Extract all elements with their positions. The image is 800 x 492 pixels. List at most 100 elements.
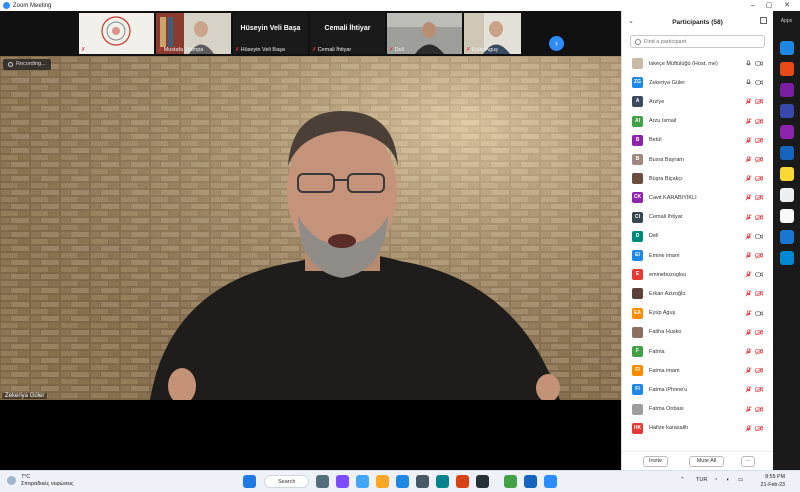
app-taskbar-icon[interactable] bbox=[436, 475, 449, 488]
app-icon-8[interactable] bbox=[780, 188, 794, 202]
taskbar-search[interactable]: Search bbox=[264, 475, 309, 488]
weather-widget[interactable]: 7°C Σποραδικές νεφώσεις bbox=[7, 474, 74, 488]
mic-muted-icon[interactable] bbox=[745, 271, 752, 278]
next-page-arrow-icon[interactable]: › bbox=[549, 36, 564, 51]
participant-row[interactable]: EI Emine imam bbox=[622, 246, 774, 265]
app-taskbar-icon[interactable] bbox=[476, 475, 489, 488]
mic-muted-icon[interactable] bbox=[745, 233, 752, 240]
mic-muted-icon[interactable] bbox=[745, 252, 752, 259]
participant-search[interactable] bbox=[630, 35, 765, 48]
close-icon[interactable]: ✕ bbox=[780, 0, 794, 11]
camera-icon[interactable] bbox=[755, 60, 763, 67]
app-taskbar-icon[interactable] bbox=[456, 475, 469, 488]
mic-muted-icon[interactable] bbox=[745, 405, 752, 413]
more-options-button[interactable]: ··· bbox=[741, 456, 755, 467]
participant-row[interactable]: A Arziye bbox=[622, 92, 774, 111]
chrome-icon[interactable] bbox=[504, 475, 517, 488]
thumb-iskece-muftulugu[interactable]: ✗İskeçe Müftülüğü bbox=[79, 13, 154, 54]
participant-row[interactable]: Eeminebozoglou bbox=[622, 265, 774, 284]
thumb-mustafa-trampa[interactable]: ✗Mustafa Trampa bbox=[156, 13, 231, 54]
mic-muted-icon[interactable] bbox=[745, 386, 752, 393]
participant-row[interactable]: CI Cemali İhtiyar bbox=[622, 208, 774, 227]
camera-icon[interactable] bbox=[755, 271, 763, 278]
participant-row[interactable]: D Deli bbox=[622, 227, 774, 246]
mic-muted-icon[interactable] bbox=[745, 117, 752, 125]
mic-muted-icon[interactable] bbox=[745, 156, 752, 163]
file-explorer-icon[interactable] bbox=[376, 475, 389, 488]
maximize-icon[interactable]: ▢ bbox=[762, 0, 776, 11]
mic-muted-icon[interactable] bbox=[745, 98, 752, 105]
participant-row[interactable]: İskeçe Müftülüğü (Host, me) bbox=[622, 54, 774, 73]
camera-off-icon[interactable] bbox=[755, 290, 763, 297]
taskbar-clock[interactable]: 8:55 PM 21-Feb-23 bbox=[753, 474, 785, 489]
camera-icon[interactable] bbox=[755, 233, 763, 240]
camera-off-icon[interactable] bbox=[755, 329, 763, 336]
app-icon-7[interactable] bbox=[780, 167, 794, 181]
zoom-taskbar-icon[interactable] bbox=[544, 475, 557, 488]
app-icon-2[interactable] bbox=[780, 62, 794, 76]
task-view-icon[interactable] bbox=[316, 475, 329, 488]
popout-icon[interactable] bbox=[760, 17, 767, 24]
participant-row[interactable]: HK Hafize karasalih bbox=[622, 419, 774, 438]
wifi-icon[interactable]: ◔ bbox=[714, 477, 717, 483]
app-icon-6[interactable] bbox=[780, 146, 794, 160]
app-icon-4[interactable] bbox=[780, 104, 794, 118]
minimize-icon[interactable]: – bbox=[746, 0, 760, 11]
mic-muted-icon[interactable] bbox=[745, 367, 752, 374]
participant-row[interactable]: Erkan Azizoğlu bbox=[622, 284, 774, 303]
mic-icon[interactable] bbox=[745, 60, 752, 67]
camera-off-icon[interactable] bbox=[755, 367, 763, 374]
app-icon-9[interactable] bbox=[780, 209, 794, 223]
participant-row[interactable]: Fatiha Husko bbox=[622, 323, 774, 342]
participant-row[interactable]: Fatma Onbasi bbox=[622, 400, 774, 419]
thumb-cemali-ihtiyar[interactable]: Cemali İhtiyar ✗Cemali İhtiyar bbox=[310, 13, 385, 54]
chat-icon[interactable] bbox=[336, 475, 349, 488]
thumb-eyup-agus[interactable]: ✗Eyüp Aguş bbox=[464, 13, 521, 54]
mute-all-button[interactable]: Mute All bbox=[689, 456, 724, 467]
tray-chevron-icon[interactable]: ⌃ bbox=[680, 477, 685, 483]
word-icon[interactable] bbox=[524, 475, 537, 488]
widgets-icon[interactable] bbox=[356, 475, 369, 488]
recording-indicator[interactable]: Recording... bbox=[3, 59, 51, 70]
camera-off-icon[interactable] bbox=[755, 175, 763, 182]
mic-muted-icon[interactable] bbox=[745, 175, 752, 182]
camera-off-icon[interactable] bbox=[755, 118, 763, 125]
camera-off-icon[interactable] bbox=[755, 348, 763, 355]
participant-row[interactable]: B Betül bbox=[622, 131, 774, 150]
app-icon-3[interactable] bbox=[780, 83, 794, 97]
app-icon-5[interactable] bbox=[780, 125, 794, 139]
start-icon[interactable] bbox=[243, 475, 256, 488]
app-icon-1[interactable] bbox=[780, 41, 794, 55]
thumb-deli[interactable]: ✗Deli bbox=[387, 13, 462, 54]
mic-muted-icon[interactable] bbox=[745, 290, 752, 297]
volume-icon[interactable]: ◖ bbox=[726, 477, 729, 483]
camera-off-icon[interactable] bbox=[755, 252, 763, 259]
participant-row[interactable]: Büşra Biçakçı bbox=[622, 169, 774, 188]
mic-muted-icon[interactable] bbox=[745, 137, 752, 144]
camera-off-icon[interactable] bbox=[755, 386, 763, 393]
mic-muted-icon[interactable] bbox=[745, 194, 752, 201]
mic-muted-icon[interactable] bbox=[745, 213, 752, 221]
battery-icon[interactable]: ▭ bbox=[738, 477, 743, 483]
participant-row[interactable]: FI Fatma iPhone'u bbox=[622, 380, 774, 399]
camera-off-icon[interactable] bbox=[755, 156, 763, 163]
camera-off-icon[interactable] bbox=[755, 194, 763, 201]
active-speaker-video[interactable]: Recording... Zekeriya Güler bbox=[0, 56, 621, 400]
store-icon[interactable] bbox=[416, 475, 429, 488]
thumb-huseyin-veli-basa[interactable]: Hüseyin Veli Başa ✗Hüseyin Veli Başa bbox=[233, 13, 308, 54]
participant-row[interactable]: AI Arzu İsmail bbox=[622, 112, 774, 131]
language-indicator[interactable]: TUR bbox=[696, 477, 707, 483]
participant-row[interactable]: F Fatma bbox=[622, 342, 774, 361]
mic-icon[interactable] bbox=[745, 79, 752, 86]
camera-off-icon[interactable] bbox=[755, 425, 763, 432]
participant-row[interactable]: CK Cavit KARABIYIKLI bbox=[622, 188, 774, 207]
camera-off-icon[interactable] bbox=[755, 406, 763, 413]
mic-muted-icon[interactable] bbox=[745, 425, 752, 432]
camera-off-icon[interactable] bbox=[755, 137, 763, 144]
camera-icon[interactable] bbox=[755, 310, 763, 317]
app-icon-11[interactable] bbox=[780, 251, 794, 265]
participant-row[interactable]: B Busra Bayram bbox=[622, 150, 774, 169]
edge-icon[interactable] bbox=[396, 475, 409, 488]
camera-off-icon[interactable] bbox=[755, 98, 763, 105]
mic-muted-icon[interactable] bbox=[745, 329, 752, 336]
